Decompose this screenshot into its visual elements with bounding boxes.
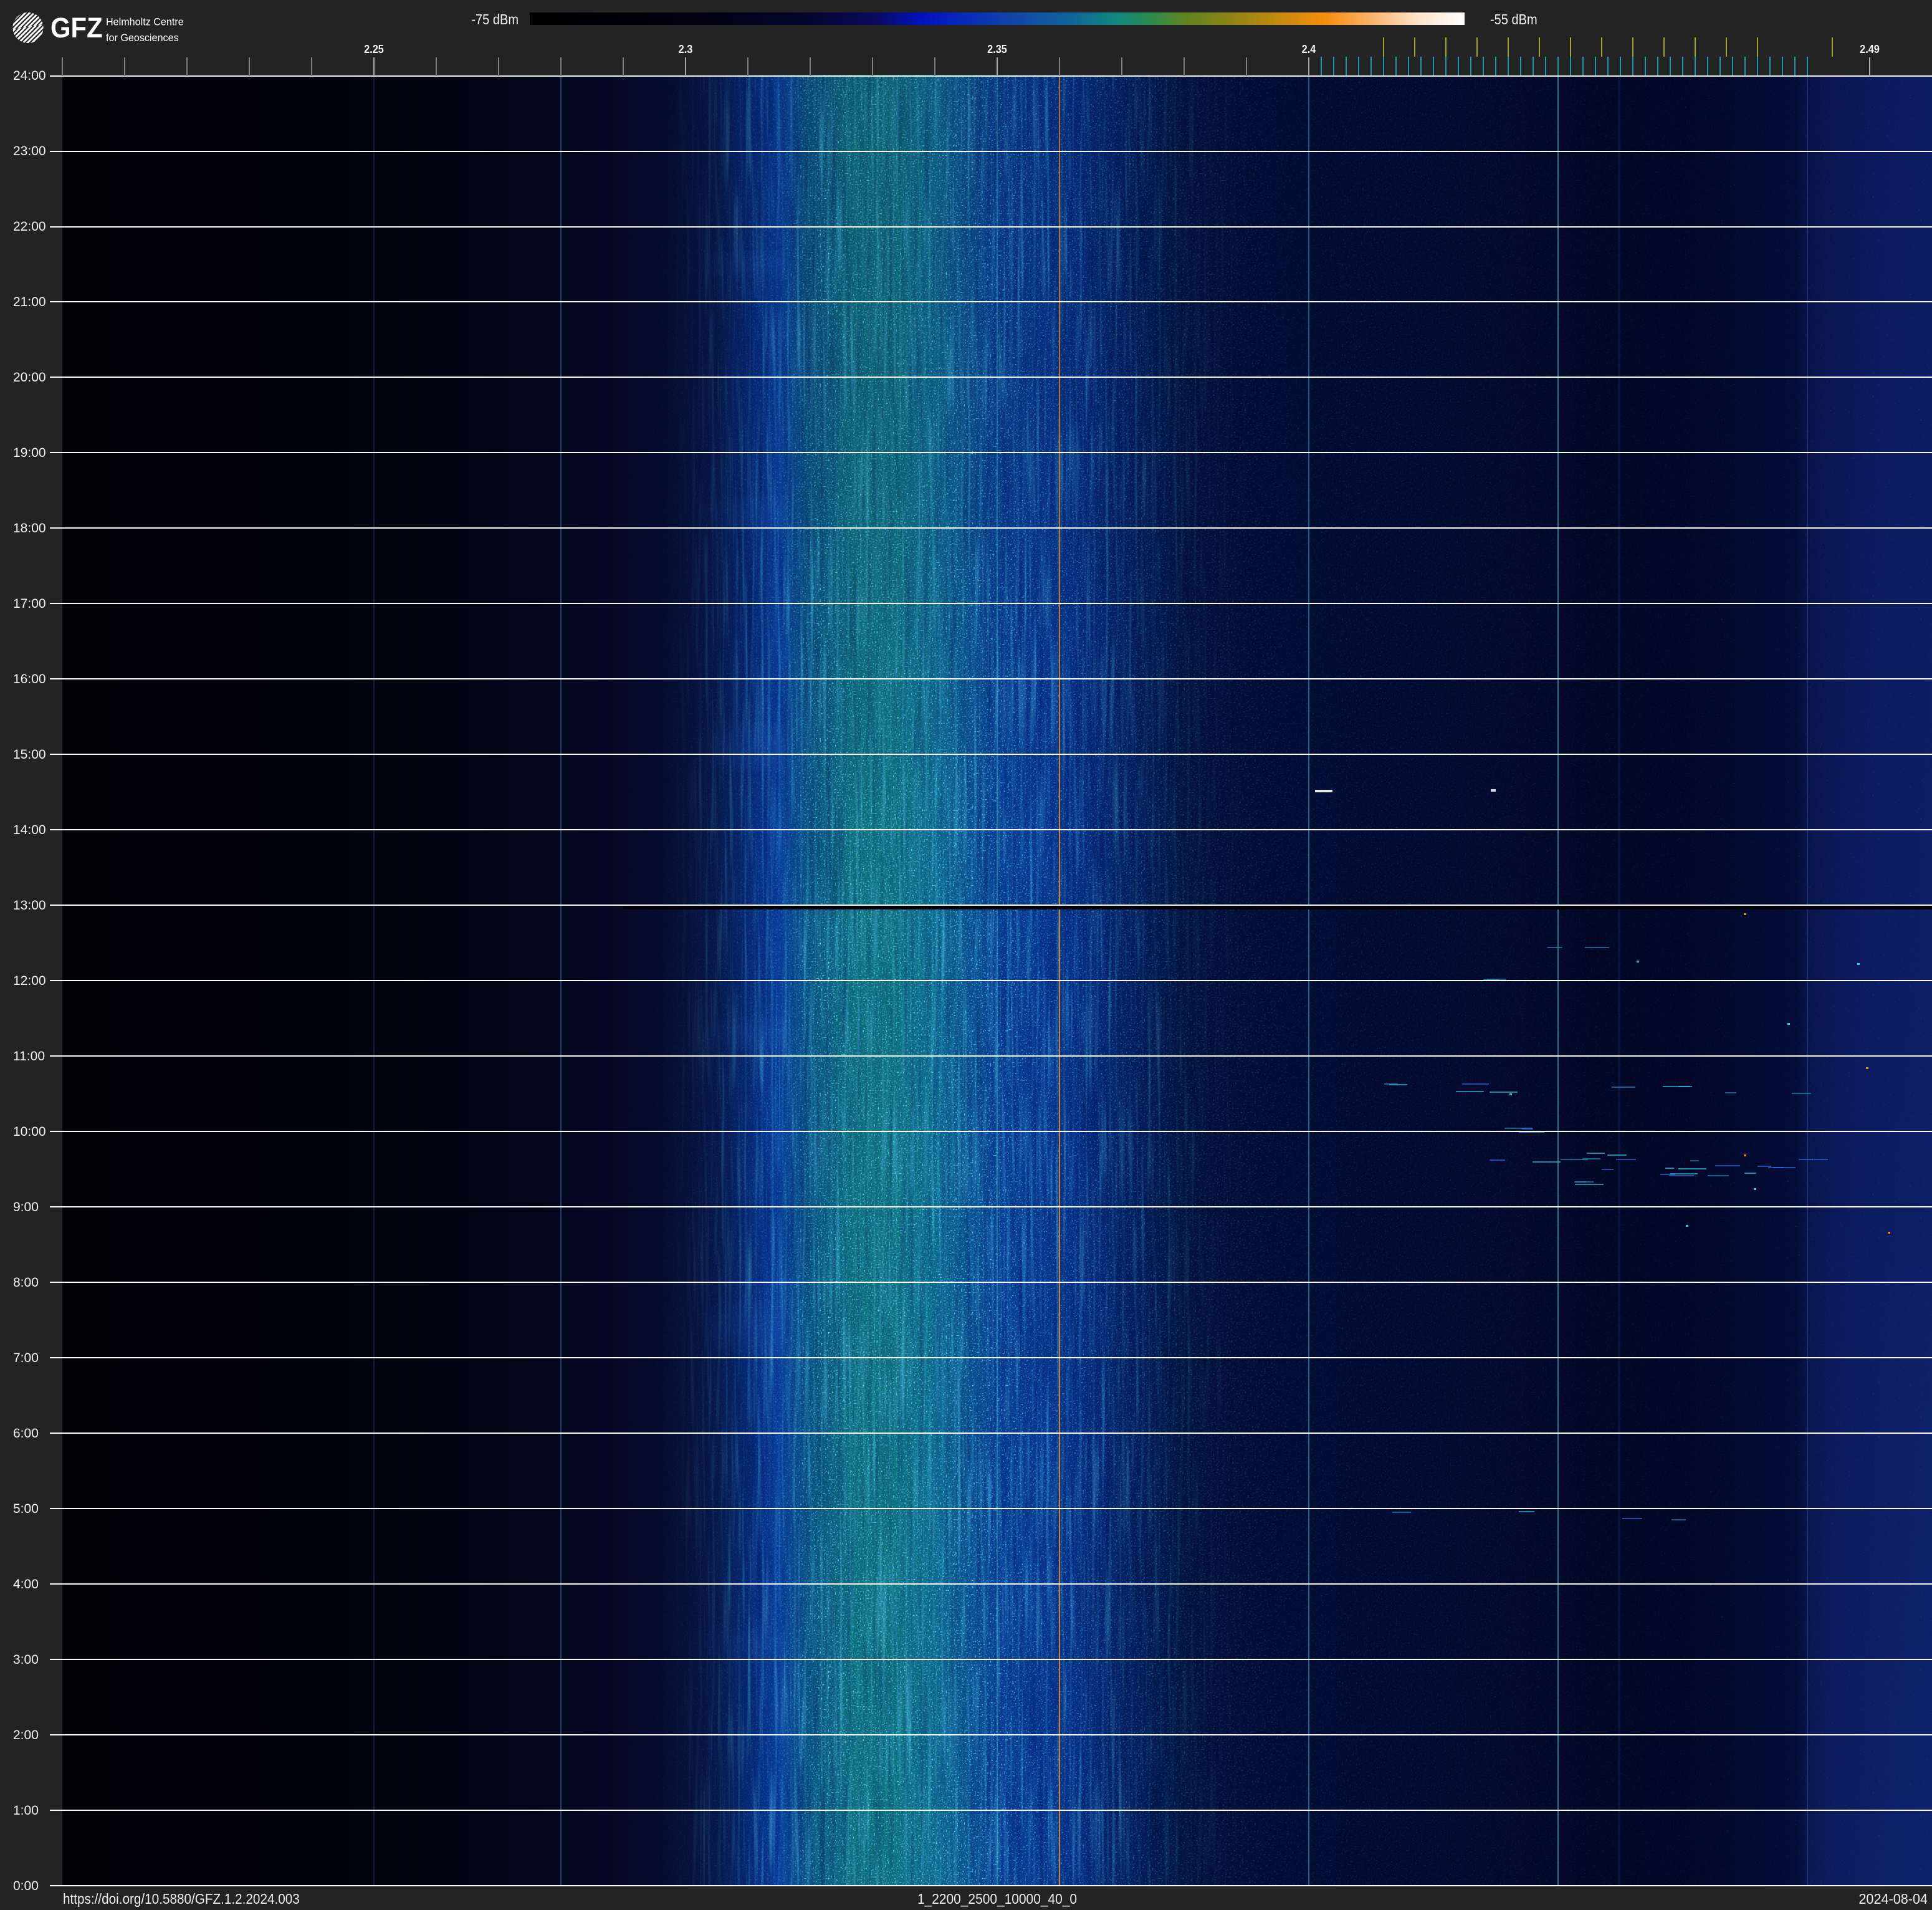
svg-text:Helmholtz Centre: Helmholtz Centre — [106, 16, 184, 27]
svg-text:GFZ: GFZ — [50, 12, 103, 44]
svg-text:for Geosciences: for Geosciences — [106, 32, 179, 44]
